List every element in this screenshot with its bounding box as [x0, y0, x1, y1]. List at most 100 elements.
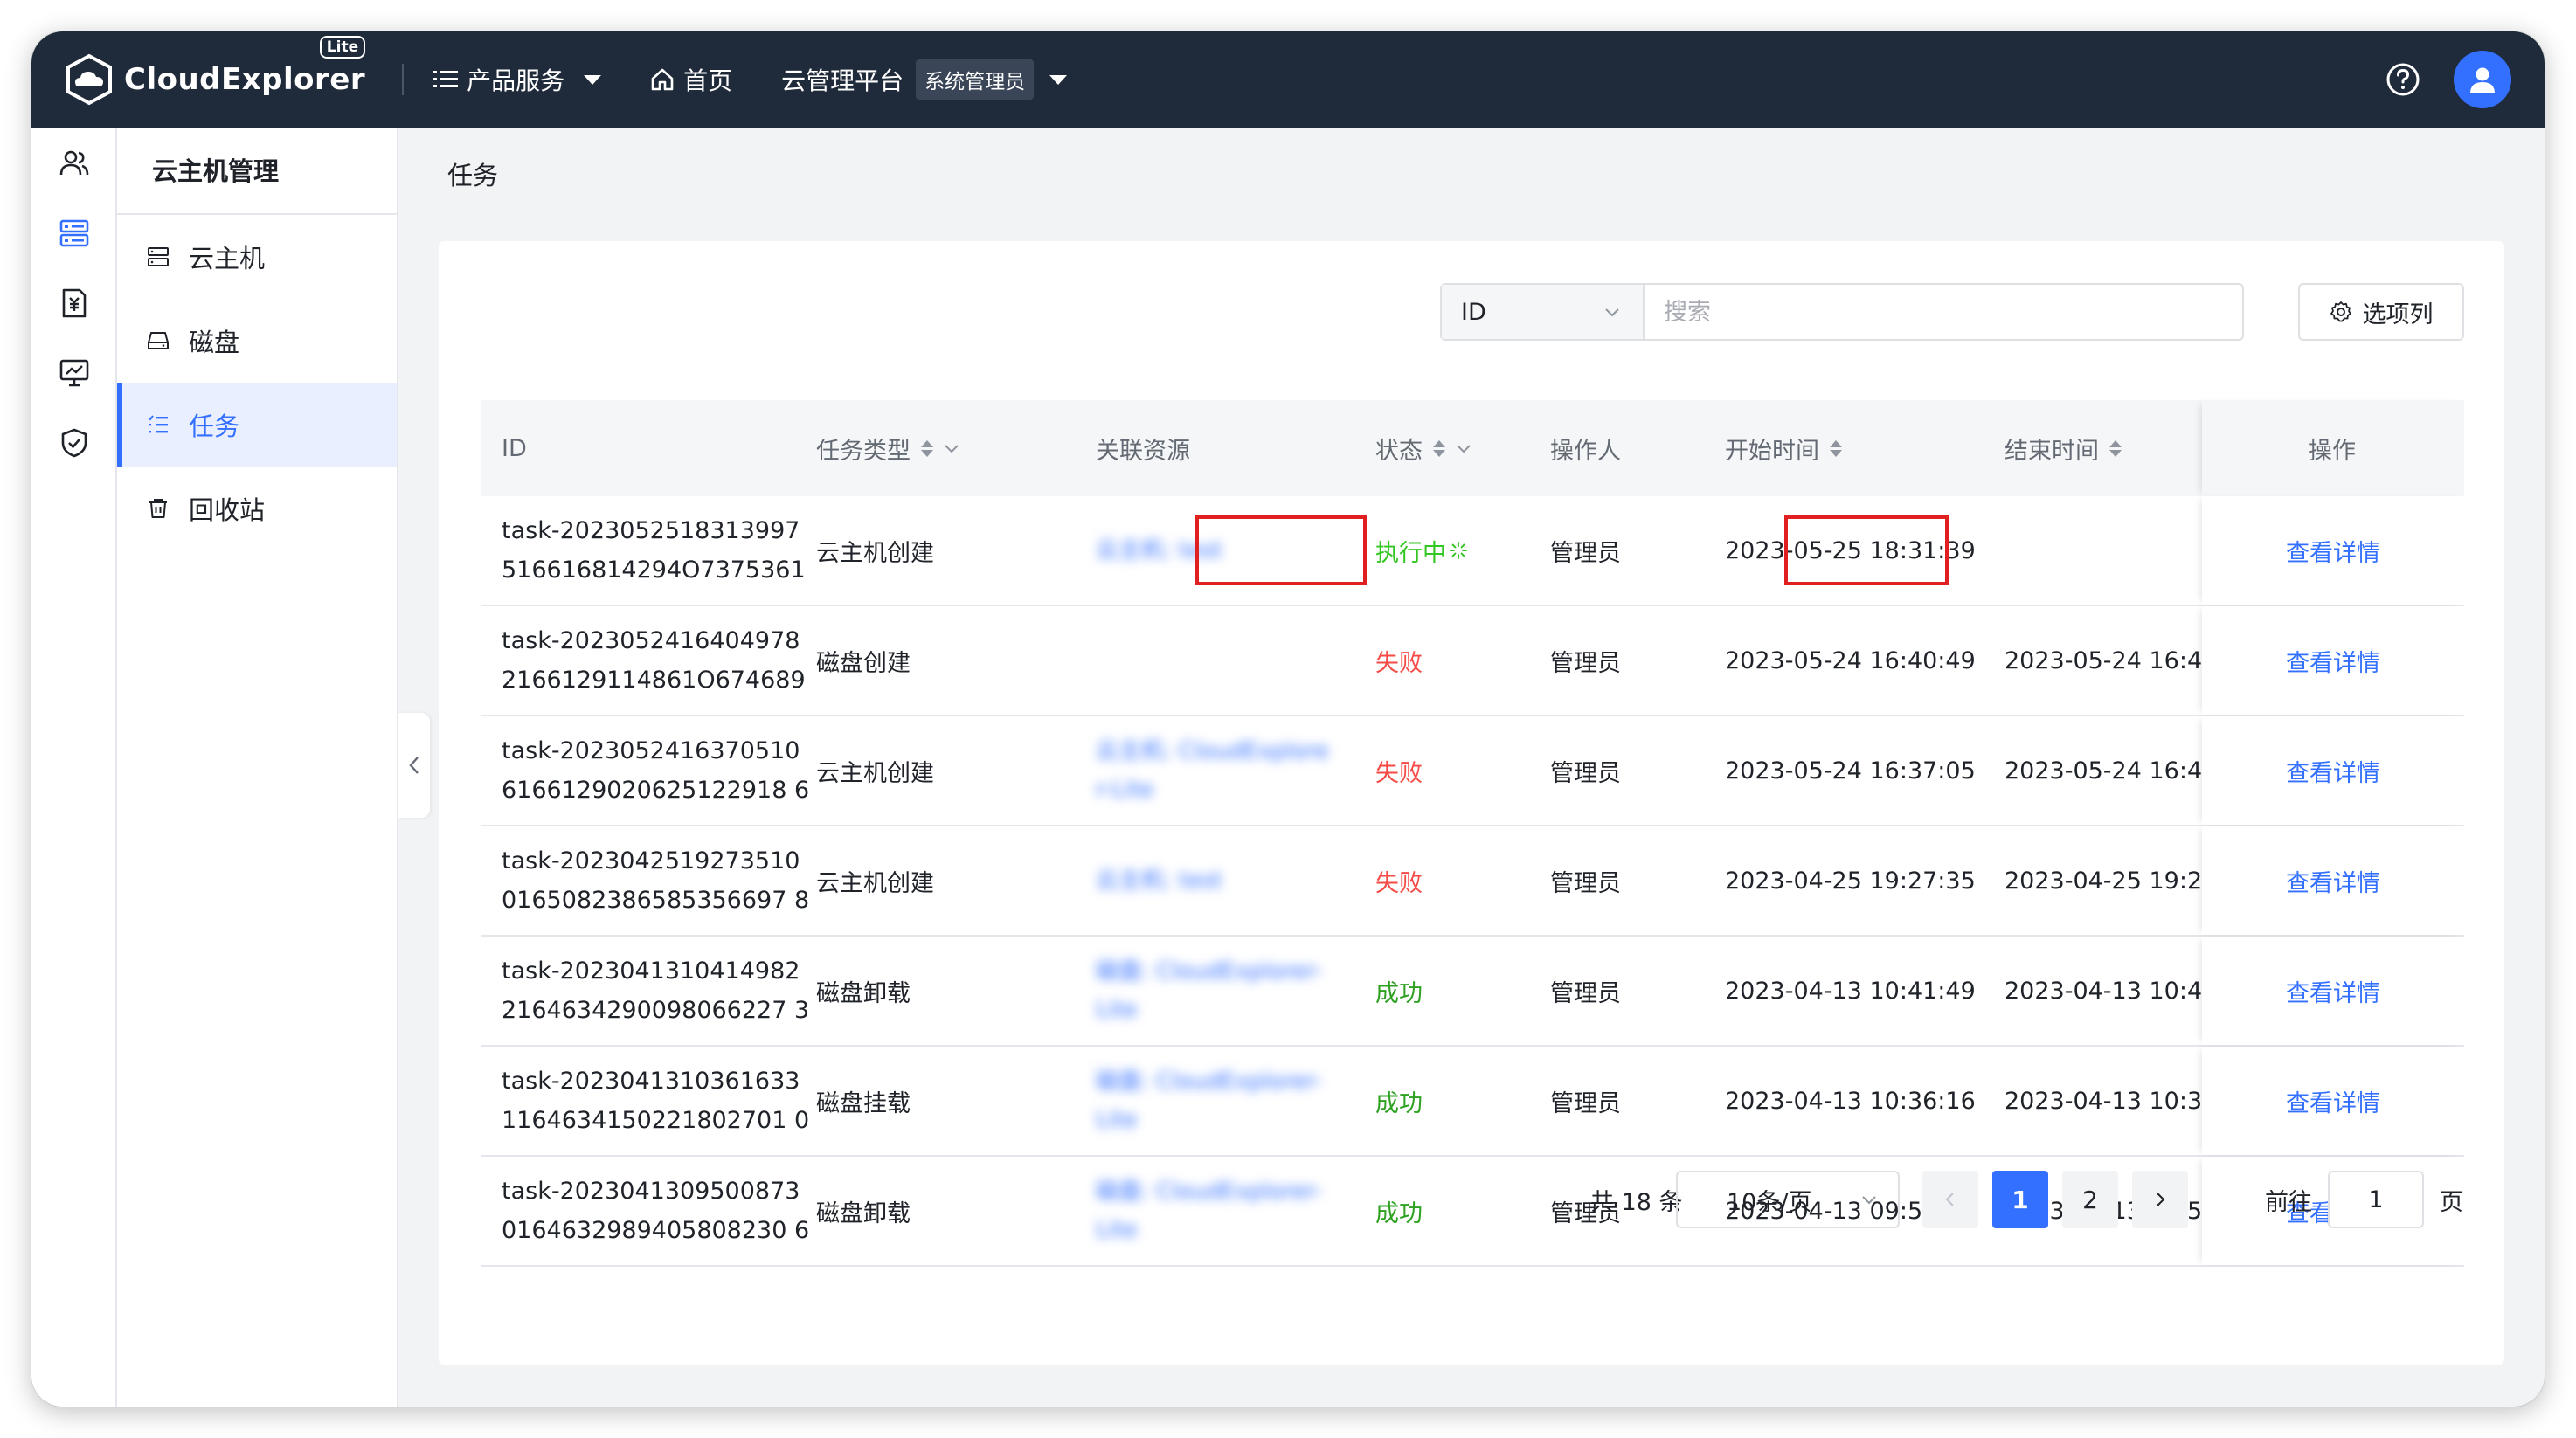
app-logo[interactable]: CloudExplorer Lite: [63, 36, 366, 106]
th-resource: 关联资源: [1096, 432, 1190, 466]
cell-id-line2: 0165082386585356697 8: [502, 887, 810, 914]
top-navbar: CloudExplorer Lite 产品服务 首页 云管理平台 系统管理员: [31, 31, 2545, 128]
view-details-link[interactable]: 查看详情: [2286, 496, 2380, 605]
th-status-label: 状态: [1375, 437, 1423, 465]
cell-end-time: 2023-05-24 16:40: [2005, 646, 2202, 674]
chevron-down-icon: [1862, 1196, 1876, 1205]
cell-start-time: 2023-05-25 18:31:39: [1725, 536, 1976, 564]
cell-end-time: [2005, 496, 2202, 605]
filter-chevron-icon[interactable]: [1454, 439, 1473, 458]
cell-id: task-2023042519273510 0165082386585356697…: [502, 826, 809, 935]
cell-id-line1: task-2023052416370510: [502, 737, 800, 764]
sort-icon[interactable]: [921, 439, 933, 457]
view-details-link[interactable]: 查看详情: [2286, 937, 2380, 1045]
view-details-link[interactable]: 查看详情: [2286, 716, 2380, 825]
subnav-item-task[interactable]: 任务: [117, 383, 397, 467]
sidebar-collapse-button[interactable]: [398, 713, 430, 818]
cell-start-time: 2023-05-24 16:37:05: [1725, 757, 1976, 785]
status-text: 失败: [1375, 869, 1423, 897]
cell-type: 云主机创建: [816, 539, 934, 567]
rail-security[interactable]: [58, 426, 91, 460]
cell-resource[interactable]: 云主机: test: [1096, 496, 1222, 605]
view-details-link[interactable]: 查看详情: [2286, 826, 2380, 935]
module-rail: [31, 128, 117, 1407]
prev-page-button[interactable]: [1922, 1171, 1978, 1228]
resource-link-line1[interactable]: 云主机: test: [1096, 531, 1222, 570]
search-field-select[interactable]: ID: [1442, 285, 1645, 339]
th-id-label: ID: [502, 434, 527, 462]
page-size-select[interactable]: 10条/页: [1676, 1171, 1900, 1228]
loading-spinner-icon: [1450, 542, 1467, 559]
th-status[interactable]: 状态: [1375, 432, 1473, 466]
sort-icon[interactable]: [1830, 439, 1842, 457]
resource-link-line1[interactable]: 云主机: test: [1096, 861, 1222, 900]
cell-resource[interactable]: 磁盘: CloudExplorer- Lite: [1096, 937, 1322, 1045]
th-end[interactable]: 结束时间: [2005, 432, 2122, 466]
th-action: 操作: [2309, 432, 2356, 466]
rail-monitor[interactable]: [58, 356, 91, 390]
next-page-button[interactable]: [2132, 1171, 2188, 1228]
monitor-chart-icon: [59, 359, 89, 387]
sort-icon[interactable]: [1433, 439, 1445, 457]
resource-link-line2[interactable]: r-Lite: [1096, 771, 1153, 809]
cell-resource[interactable]: 云主机: test: [1096, 826, 1222, 935]
platform-switcher[interactable]: 云管理平台 系统管理员: [781, 59, 1068, 100]
resource-link-line2[interactable]: Lite: [1096, 991, 1138, 1029]
th-action-label: 操作: [2309, 437, 2356, 465]
resource-link-line2[interactable]: Lite: [1096, 1101, 1138, 1139]
cell-type: 云主机创建: [816, 869, 934, 897]
search-bar: ID: [1440, 283, 2244, 341]
th-operator-label: 操作人: [1550, 437, 1621, 465]
bill-icon: [62, 288, 87, 318]
home-icon: [651, 68, 674, 91]
resource-link-line1[interactable]: 磁盘: CloudExplorer-: [1096, 952, 1322, 991]
help-icon[interactable]: [2386, 62, 2420, 97]
table-row: task-2023052416404978 2166129114861O67468…: [481, 606, 2464, 716]
cell-resource[interactable]: 磁盘: CloudExplorer- Lite: [1096, 1047, 1322, 1155]
server-rack-icon: [59, 219, 89, 247]
subnav-item-disk[interactable]: 磁盘: [117, 299, 397, 383]
column-options-label: 选项列: [2362, 301, 2434, 328]
resource-link-line1[interactable]: 磁盘: CloudExplorer-: [1096, 1062, 1322, 1101]
filter-chevron-icon[interactable]: [942, 439, 961, 458]
cell-type: 磁盘卸载: [816, 979, 911, 1007]
resource-link-line1[interactable]: 云主机: CloudExplore: [1096, 732, 1329, 771]
table-row: task-2023042519273510 0165082386585356697…: [481, 826, 2464, 937]
server-icon: [148, 247, 169, 266]
chevron-left-icon: [1945, 1193, 1954, 1206]
user-icon: [2470, 67, 2495, 93]
search-input[interactable]: [1645, 285, 2242, 339]
subnav-item-recycle[interactable]: 回收站: [117, 467, 397, 550]
rail-users[interactable]: [58, 147, 91, 180]
view-details-link[interactable]: 查看详情: [2286, 606, 2380, 715]
cell-status: 失败: [1375, 826, 1423, 935]
rail-vm[interactable]: [58, 217, 91, 250]
sort-icon[interactable]: [2109, 439, 2122, 457]
subnav-title: 云主机管理: [117, 128, 397, 215]
trash-icon: [149, 499, 167, 518]
cell-start-time: 2023-04-13 10:41:49: [1725, 977, 1976, 1005]
chevron-left-icon: [409, 757, 419, 774]
products-menu[interactable]: 产品服务: [433, 62, 602, 97]
cell-status: 执行中: [1375, 496, 1469, 605]
menu-list-icon: [433, 71, 459, 87]
cell-operator: 管理员: [1550, 539, 1621, 567]
user-avatar[interactable]: [2454, 51, 2511, 108]
column-options-button[interactable]: 选项列: [2298, 283, 2464, 341]
rail-billing[interactable]: [58, 287, 91, 320]
table-body: task-2023052518313997 516616814294O737536…: [481, 496, 2464, 1267]
cell-status: 成功: [1375, 937, 1423, 1045]
goto-page-input[interactable]: [2328, 1171, 2424, 1228]
subnav-item-vm[interactable]: 云主机: [117, 215, 397, 299]
view-details-link[interactable]: 查看详情: [2286, 1047, 2380, 1155]
cell-id: task-2023041310361633 1164634150221802701…: [502, 1047, 809, 1155]
page-button-2[interactable]: 2: [2062, 1171, 2118, 1228]
cell-resource[interactable]: 云主机: CloudExplore r-Lite: [1096, 716, 1329, 825]
th-start[interactable]: 开始时间: [1725, 432, 1842, 466]
page-button-1[interactable]: 1: [1992, 1171, 2048, 1228]
cell-id-line1: task-2023041310361633: [502, 1068, 800, 1095]
th-type[interactable]: 任务类型: [816, 432, 961, 466]
cell-status: 成功: [1375, 1047, 1423, 1155]
home-link[interactable]: 首页: [650, 62, 732, 97]
cell-id-line2: 516616814294O7375361: [502, 557, 806, 584]
